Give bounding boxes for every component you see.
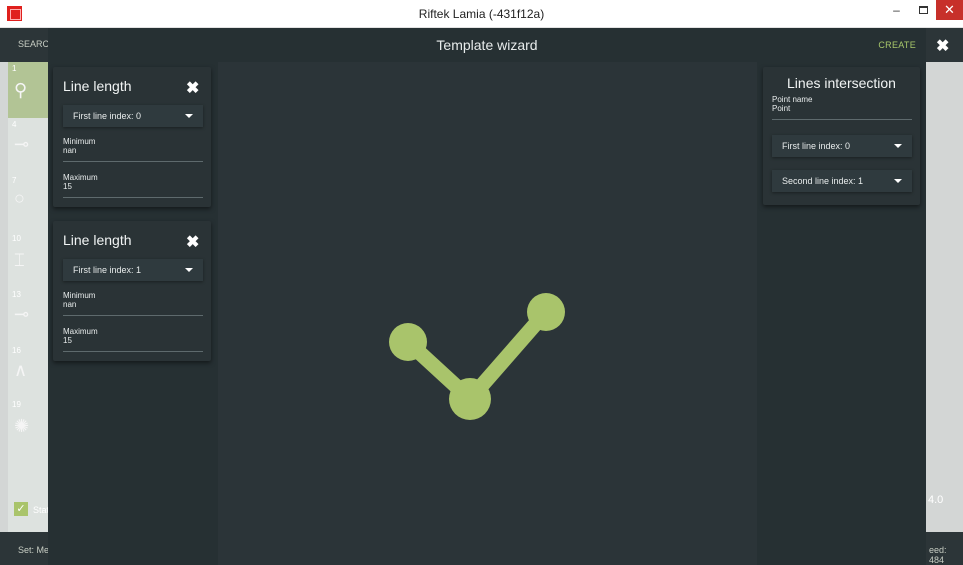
results-column: Lines intersection Point name Point Firs… (757, 62, 926, 565)
maximize-icon (918, 6, 928, 14)
minimize-button[interactable]: – (883, 0, 910, 20)
create-button[interactable]: CREATE (878, 40, 916, 50)
sidebar-number: 4 (12, 120, 17, 129)
close-icon[interactable]: ✖ (186, 232, 199, 252)
wizard-header: Template wizard CREATE (48, 28, 926, 62)
card-title: Line length (63, 78, 132, 94)
speed-label: eed: 484 (929, 545, 947, 565)
maximum-value: 15 (63, 182, 72, 191)
background-search-label: SEARC (18, 39, 50, 49)
template-preview (218, 62, 757, 565)
dropdown-label: First line index: 1 (73, 265, 142, 275)
window-close-button[interactable]: ✕ (936, 0, 963, 20)
close-icon[interactable]: ✖ (186, 78, 199, 98)
point-name-label: Point name (772, 95, 813, 104)
point-name-value: Point (772, 104, 791, 113)
first-line-index-dropdown[interactable]: First line index: 0 (772, 135, 912, 157)
caret-down-icon (185, 114, 193, 118)
window-titlebar: Riftek Lamia (-431f12a) – ✕ (0, 0, 963, 28)
minimum-field[interactable]: Minimum nan (63, 291, 203, 316)
minimum-value: nan (63, 300, 77, 309)
maximum-field[interactable]: Maximum 15 (63, 173, 203, 198)
template-wizard-dialog: Template wizard CREATE Line length ✖ Fir… (48, 28, 926, 565)
status-checkbox[interactable]: ✓ (14, 502, 28, 516)
sidebar-number: 16 (12, 346, 21, 355)
minimum-label: Minimum (63, 137, 96, 146)
card-title: Lines intersection (787, 75, 896, 91)
caret-down-icon (894, 144, 902, 148)
template-shape-preview (389, 293, 565, 420)
background-sidebar: 1 ⚲ 4 ⊸ 7 ○ 10 ⌶ 13 ⊸ 16 ∧ 19 ✺ (8, 62, 52, 532)
line-length-card: Line length ✖ First line index: 0 Minimu… (53, 67, 211, 207)
sun-tool-icon[interactable]: ✺ (14, 414, 50, 438)
point-name-field[interactable]: Point name Point (772, 95, 912, 120)
line-point-tool-icon[interactable]: ⊸ (14, 302, 50, 326)
first-line-index-dropdown[interactable]: First line index: 1 (63, 259, 203, 281)
minimum-field[interactable]: Minimum nan (63, 137, 203, 162)
set-label: Set: Me (18, 545, 50, 555)
sidebar-number: 10 (12, 234, 21, 243)
second-line-index-dropdown[interactable]: Second line index: 1 (772, 170, 912, 192)
background-value: 4.0 (928, 494, 944, 506)
bracket-tool-icon[interactable]: ⌶ (14, 248, 50, 272)
sidebar-number: 7 (12, 176, 17, 185)
preview-endpoint[interactable] (527, 293, 565, 331)
wizard-title: Template wizard (436, 37, 538, 53)
circle-tool-icon[interactable]: ○ (14, 186, 50, 210)
line-length-card: Line length ✖ First line index: 1 Minimu… (53, 221, 211, 361)
background-close-icon[interactable]: ✖ (936, 36, 949, 56)
first-line-index-dropdown[interactable]: First line index: 0 (63, 105, 203, 127)
caret-down-icon (185, 268, 193, 272)
sidebar-number: 13 (12, 290, 21, 299)
preview-endpoint[interactable] (389, 323, 427, 361)
window-title: Riftek Lamia (-431f12a) (418, 7, 545, 21)
profile-tool-icon[interactable]: ∧ (14, 358, 50, 382)
caret-down-icon (894, 179, 902, 183)
dropdown-label: First line index: 0 (73, 111, 142, 121)
maximum-label: Maximum (63, 173, 98, 182)
dropdown-label: Second line index: 1 (782, 176, 864, 186)
lines-intersection-card: Lines intersection Point name Point Firs… (763, 67, 920, 205)
dropdown-label: First line index: 0 (782, 141, 851, 151)
minimum-label: Minimum (63, 291, 96, 300)
sidebar-number: 19 (12, 400, 21, 409)
maximum-value: 15 (63, 336, 72, 345)
card-title: Line length (63, 232, 132, 248)
status-label: Stat (33, 505, 50, 515)
constraints-column: Line length ✖ First line index: 0 Minimu… (48, 62, 218, 565)
minimum-value: nan (63, 146, 77, 155)
preview-intersection-point[interactable] (449, 378, 491, 420)
search-tool-icon[interactable]: ⚲ (14, 78, 50, 102)
maximum-field[interactable]: Maximum 15 (63, 327, 203, 352)
circle-line-tool-icon[interactable]: ⊸ (14, 132, 50, 156)
maximum-label: Maximum (63, 327, 98, 336)
sidebar-number: 1 (12, 64, 17, 73)
maximize-button[interactable] (910, 0, 936, 20)
